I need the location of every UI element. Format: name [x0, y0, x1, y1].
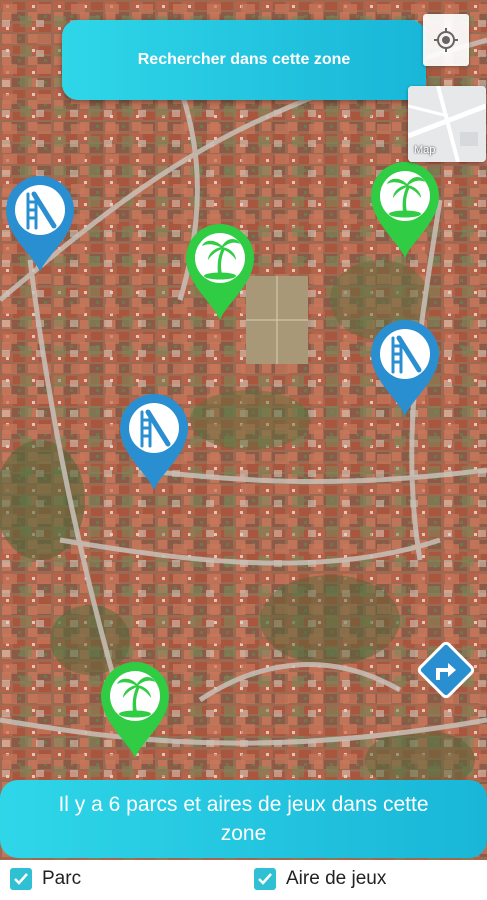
crosshair-icon [434, 28, 458, 52]
park-marker[interactable] [184, 222, 256, 322]
playground-marker[interactable] [4, 174, 76, 274]
directions-icon [417, 641, 475, 699]
filter-parc-label: Parc [42, 868, 82, 889]
park-marker[interactable] [369, 160, 441, 260]
park-marker[interactable] [99, 660, 171, 760]
filter-bar: Parc Aire de jeux [0, 860, 487, 900]
playground-marker[interactable] [118, 392, 190, 492]
map-type-label: Map [414, 144, 436, 156]
checkbox-checked-icon[interactable] [10, 868, 32, 890]
checkbox-checked-icon[interactable] [254, 868, 276, 890]
result-count-text: Il y a 6 parcs et aires de jeux dans cet… [58, 793, 429, 845]
filter-parc[interactable]: Parc [10, 868, 81, 890]
result-count-banner: Il y a 6 parcs et aires de jeux dans cet… [0, 780, 487, 858]
search-this-area-button[interactable]: Rechercher dans cette zone [62, 20, 426, 100]
map-type-toggle[interactable]: Map [408, 86, 486, 162]
directions-button[interactable] [416, 640, 476, 700]
filter-aire-de-jeux-label: Aire de jeux [286, 868, 387, 889]
playground-marker[interactable] [369, 318, 441, 418]
search-this-area-label: Rechercher dans cette zone [137, 51, 351, 68]
filter-aire-de-jeux[interactable]: Aire de jeux [254, 868, 386, 890]
my-location-button[interactable] [423, 14, 469, 66]
